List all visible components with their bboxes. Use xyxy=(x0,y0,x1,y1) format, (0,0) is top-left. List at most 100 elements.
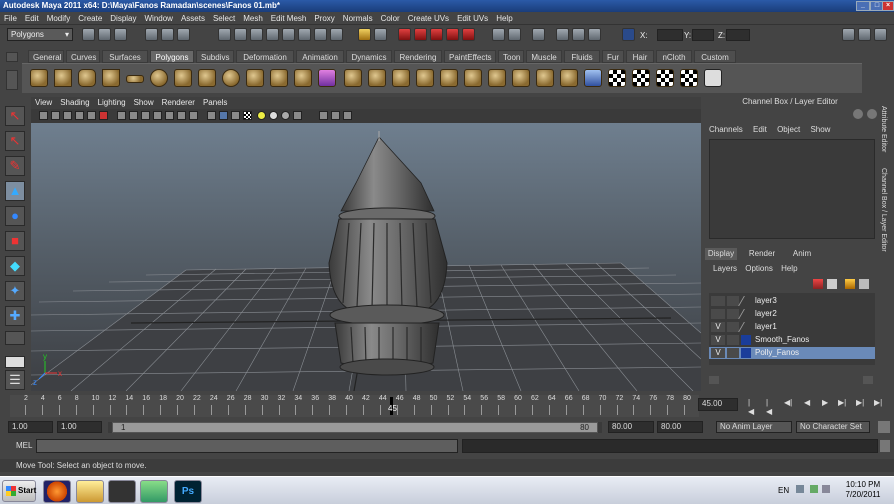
paint-select-tool-icon[interactable]: ✎ xyxy=(5,156,25,176)
shelf-tab-custom[interactable]: Custom xyxy=(694,50,736,63)
menu-edit-uvs[interactable]: Edit UVs xyxy=(453,12,492,25)
save-scene-icon[interactable] xyxy=(114,28,127,41)
spherical-mapping-icon[interactable] xyxy=(608,69,626,87)
film-gate-icon[interactable] xyxy=(129,111,138,120)
extrude-icon[interactable] xyxy=(344,69,362,87)
gate-mask-icon[interactable] xyxy=(153,111,162,120)
layout-uvs-icon[interactable] xyxy=(680,69,698,87)
merge-icon[interactable] xyxy=(440,69,458,87)
anim-start-field[interactable]: 1.00 xyxy=(8,421,53,433)
select-component-icon[interactable] xyxy=(177,28,190,41)
layers-menu[interactable]: Layers xyxy=(713,264,737,273)
x-field[interactable] xyxy=(657,29,683,41)
uv-texture-editor-icon[interactable] xyxy=(656,69,674,87)
explorer-icon[interactable] xyxy=(76,480,104,503)
layer-template-toggle[interactable] xyxy=(727,296,739,306)
y-field[interactable] xyxy=(692,29,714,41)
shelf-tab-dynamics[interactable]: Dynamics xyxy=(346,50,392,63)
layer-color-swatch[interactable] xyxy=(741,335,751,345)
last-tool-icon[interactable]: ✚ xyxy=(5,306,25,326)
layer-scroll-left-icon[interactable] xyxy=(709,376,719,384)
screen-space-ao-icon[interactable] xyxy=(281,111,290,120)
high-quality-icon[interactable] xyxy=(293,111,302,120)
go-to-start-icon[interactable]: |◀ xyxy=(748,398,754,416)
separate-icon[interactable] xyxy=(270,69,288,87)
shelf-tab-animation[interactable]: Animation xyxy=(296,50,344,63)
time-slider[interactable]: 2 4 6 8 10 12 14 16 18 20 22 24 26 28 30 32 34 36 38 40 42 44… xyxy=(10,395,699,417)
poly-pyramid-icon[interactable] xyxy=(198,69,216,87)
render-settings-icon[interactable] xyxy=(588,28,601,41)
shelf-tab-hair[interactable]: Hair xyxy=(626,50,654,63)
layer-visibility-toggle[interactable]: V xyxy=(711,322,725,332)
select-by-render-icon[interactable] xyxy=(314,28,327,41)
playback-end-field[interactable]: 80.00 xyxy=(608,421,654,433)
layer-options-menu[interactable]: Options xyxy=(745,264,773,273)
outliner-layout-icon[interactable]: ☰ xyxy=(5,370,25,390)
show-tool-settings-icon[interactable] xyxy=(858,28,871,41)
menu-mesh[interactable]: Mesh xyxy=(239,12,267,25)
layer-visibility-toggle[interactable]: V xyxy=(711,335,725,345)
current-frame-field[interactable]: 45.00 xyxy=(698,398,738,411)
play-forward-icon[interactable]: ▶ xyxy=(822,398,828,407)
menu-set-dropdown[interactable]: Polygons ▾ xyxy=(7,28,73,41)
wireframe-on-shaded-icon[interactable] xyxy=(231,111,240,120)
perspective-viewport[interactable]: y x z xyxy=(31,123,701,391)
side-tab-attribute-editor[interactable]: Attribute Editor xyxy=(880,106,887,152)
snap-to-point-icon[interactable] xyxy=(430,28,443,41)
layer-template-toggle[interactable] xyxy=(727,335,739,345)
layer-color-swatch[interactable] xyxy=(738,309,754,319)
channel-box-toggle-icon[interactable] xyxy=(853,109,863,119)
highlight-selection-icon[interactable] xyxy=(374,28,387,41)
menu-edit[interactable]: Edit xyxy=(21,12,43,25)
two-d-pan-zoom-icon[interactable] xyxy=(87,111,96,120)
shelf-tab-curves[interactable]: Curves xyxy=(66,50,100,63)
panel-menu-panels[interactable]: Panels xyxy=(199,97,231,109)
layer-color-swatch[interactable] xyxy=(741,348,751,358)
layer-help-menu[interactable]: Help xyxy=(781,264,797,273)
panel-menu-view[interactable]: View xyxy=(31,97,56,109)
shelf-tab-muscle[interactable]: Muscle xyxy=(526,50,562,63)
cb-show-menu[interactable]: Show xyxy=(810,125,830,134)
layer-tab-anim[interactable]: Anim xyxy=(787,248,817,260)
camera-attributes-icon[interactable] xyxy=(51,111,60,120)
select-by-surface-icon[interactable] xyxy=(266,28,279,41)
layer-color-swatch[interactable] xyxy=(738,296,754,306)
open-scene-icon[interactable] xyxy=(98,28,111,41)
shelf-tab-subdivs[interactable]: Subdivs xyxy=(196,50,234,63)
start-button[interactable]: Start xyxy=(2,480,36,502)
shelf-tab-polygons[interactable]: Polygons xyxy=(150,50,194,63)
shelf-tab-surfaces[interactable]: Surfaces xyxy=(102,50,148,63)
menu-modify[interactable]: Modify xyxy=(43,12,75,25)
side-tab-channel-box[interactable]: Channel Box / Layer Editor xyxy=(880,168,887,252)
layer-tab-render[interactable]: Render xyxy=(747,248,777,260)
playback-start-field[interactable]: 1.00 xyxy=(57,421,102,433)
step-forward-frame-icon[interactable]: ▶| xyxy=(838,398,846,407)
field-chart-icon[interactable] xyxy=(165,111,174,120)
single-perspective-layout-icon[interactable] xyxy=(5,356,25,368)
layer-editor-toggle-icon[interactable] xyxy=(867,109,877,119)
layer-row[interactable]: V Polly_Fanos xyxy=(709,347,875,359)
shelf-tab-ncloth[interactable]: nCloth xyxy=(656,50,692,63)
new-layer-selected-icon[interactable] xyxy=(827,279,837,289)
shelf-tab-toon[interactable]: Toon xyxy=(498,50,524,63)
menu-file[interactable]: File xyxy=(0,12,21,25)
layer-template-toggle[interactable] xyxy=(727,348,739,358)
lock-selection-icon[interactable] xyxy=(358,28,371,41)
cb-object-menu[interactable]: Object xyxy=(777,125,800,134)
shelf-tab-deformation[interactable]: Deformation xyxy=(236,50,294,63)
safe-title-icon[interactable] xyxy=(189,111,198,120)
go-to-end-icon[interactable]: ▶| xyxy=(874,398,882,407)
network-tray-icon[interactable] xyxy=(810,485,818,493)
new-layer-icon[interactable] xyxy=(813,279,823,289)
step-forward-key-icon[interactable]: ▶| xyxy=(856,398,864,407)
automatic-mapping-icon[interactable] xyxy=(632,69,650,87)
select-by-misc-icon[interactable] xyxy=(330,28,343,41)
maya-icon[interactable] xyxy=(108,480,136,503)
isolate-select-icon[interactable] xyxy=(319,111,328,120)
wireframe-icon[interactable] xyxy=(207,111,216,120)
poly-cube-icon[interactable] xyxy=(54,69,72,87)
layer-row[interactable]: V Smooth_Fanos xyxy=(709,334,875,346)
move-tool-icon[interactable]: ▲ xyxy=(5,181,25,201)
layer-color-swatch[interactable] xyxy=(738,322,754,332)
menu-edit-mesh[interactable]: Edit Mesh xyxy=(267,12,311,25)
